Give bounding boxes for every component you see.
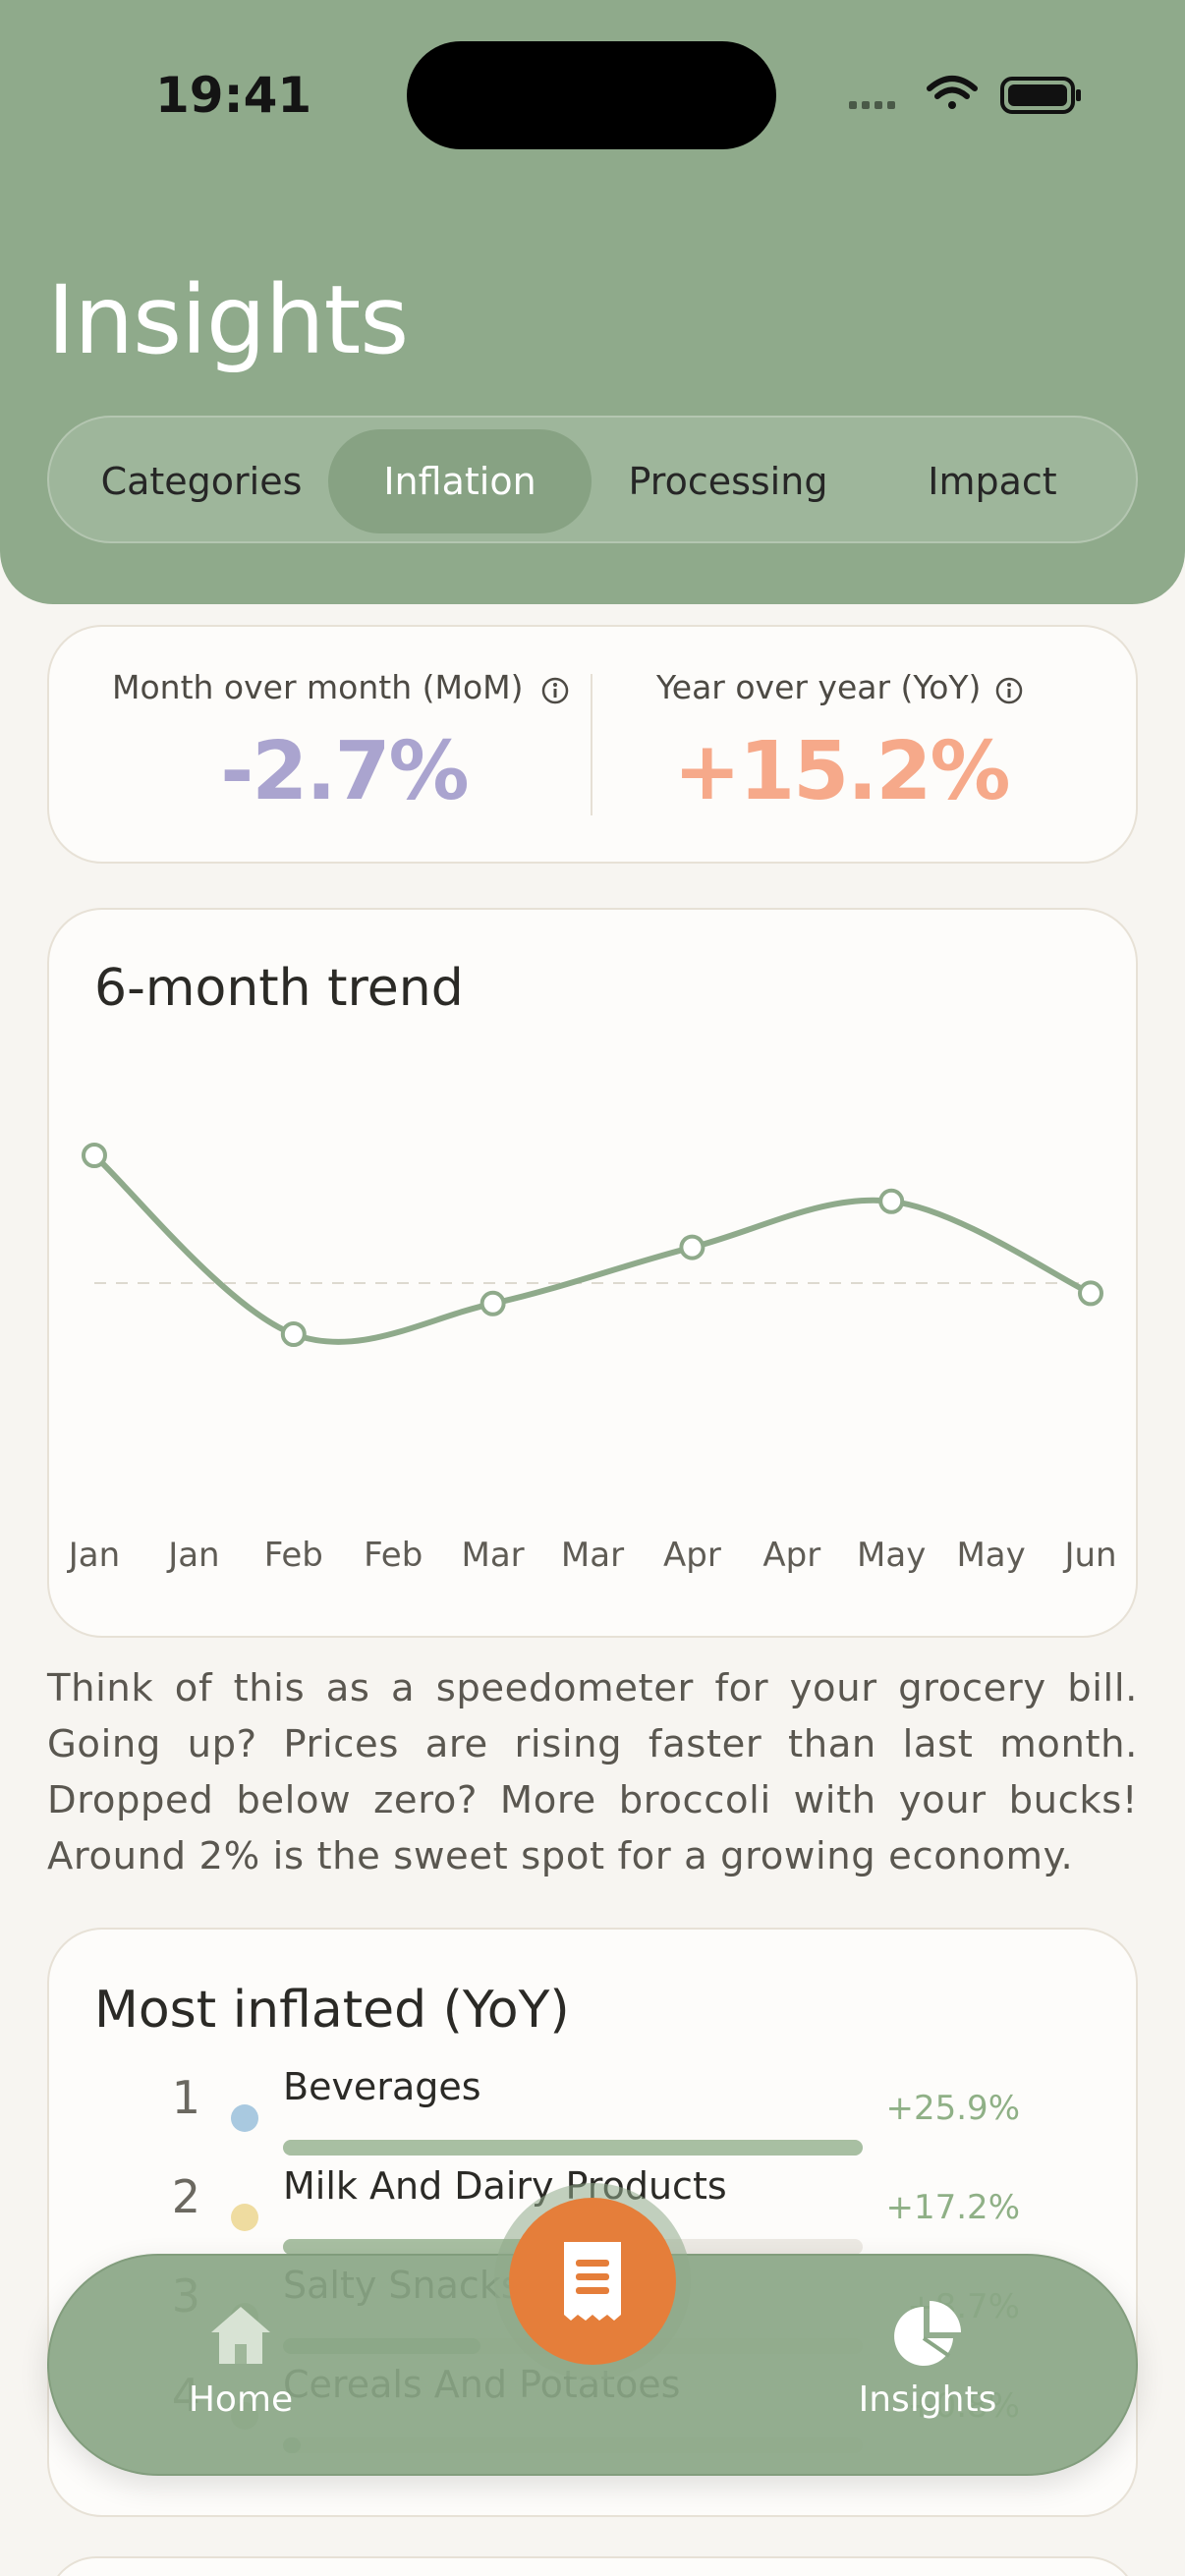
nav-insights-label: Insights: [858, 2380, 997, 2420]
x-tick-label: May: [857, 1536, 926, 1575]
receipt-icon: [564, 2242, 621, 2321]
pie-chart-icon: [894, 2301, 961, 2366]
trend-point[interactable]: [82, 1143, 107, 1168]
x-tick-label: Apr: [663, 1536, 721, 1575]
nav-insights[interactable]: Insights: [849, 2289, 1006, 2436]
x-tick-label: Mar: [561, 1536, 624, 1575]
trend-point[interactable]: [280, 1321, 307, 1347]
nav-home-label: Home: [188, 2380, 294, 2420]
x-tick-label: May: [956, 1536, 1025, 1575]
trend-line: [91, 1152, 1094, 1345]
most-inflated-title: Most inflated (YoY): [94, 1981, 570, 2040]
scan-receipt-button[interactable]: [509, 2198, 676, 2365]
x-tick-label: Mar: [462, 1536, 525, 1575]
rank-number: 1: [171, 2071, 200, 2124]
x-tick-label: Jun: [1062, 1536, 1116, 1575]
x-tick-label: Jan: [67, 1536, 120, 1575]
nav-home[interactable]: Home: [167, 2289, 314, 2436]
inflation-percent: +17.2%: [885, 2188, 1021, 2227]
x-tick-label: Apr: [762, 1536, 820, 1575]
inflation-explanation: Think of this as a speedometer for your …: [47, 1666, 1138, 1878]
category-color-dot: [231, 2104, 258, 2132]
inflation-bar: [283, 2140, 863, 2156]
rank-number: 2: [171, 2170, 200, 2223]
category-color-dot: [231, 2204, 258, 2231]
category-name: Milk And Dairy Products: [283, 2164, 727, 2208]
trend-point[interactable]: [1078, 1280, 1103, 1307]
x-tick-label: Feb: [264, 1536, 323, 1575]
next-card: [47, 2556, 1138, 2576]
trend-point[interactable]: [480, 1290, 506, 1316]
trend-chart: Jan Jan Feb Feb Mar Mar Apr Apr May May Jun: [67, 1143, 1117, 1575]
inflation-percent: +25.9%: [885, 2089, 1021, 2128]
home-icon: [211, 2307, 270, 2364]
category-name: Beverages: [283, 2065, 481, 2108]
trend-point[interactable]: [679, 1234, 705, 1260]
trend-point[interactable]: [878, 1188, 905, 1214]
x-tick-label: Jan: [166, 1536, 219, 1575]
x-tick-label: Feb: [364, 1536, 423, 1575]
